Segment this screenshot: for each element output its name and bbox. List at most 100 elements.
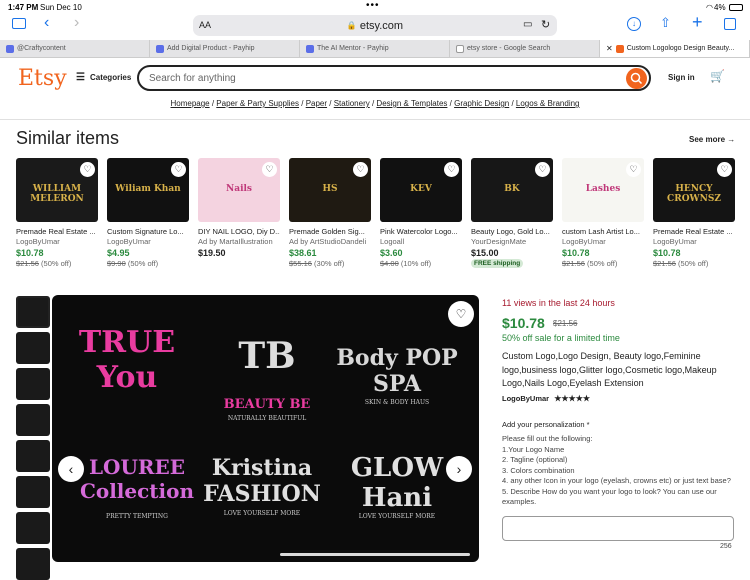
categories-button[interactable]: ☰ Categories xyxy=(76,72,131,83)
similar-item-discount: $9.90 (50% off) xyxy=(107,259,189,268)
thumbnail[interactable] xyxy=(16,368,50,400)
thumbnail[interactable] xyxy=(16,296,50,328)
etsy-logo[interactable]: Etsy xyxy=(18,66,67,91)
breadcrumb-link[interactable]: Homepage xyxy=(170,99,209,108)
similar-item-title[interactable]: Premade Real Estate ... xyxy=(653,227,735,236)
thumbnail[interactable] xyxy=(16,476,50,508)
logo-sample-text: BEAUTY BE xyxy=(223,397,311,412)
similar-item-card[interactable]: KEV ♡ Pink Watercolor Logo... Logoall $3.60 $… xyxy=(380,158,462,268)
thumbnail[interactable] xyxy=(16,512,50,544)
favorite-heart-icon[interactable]: ♡ xyxy=(171,162,186,177)
similar-item-image[interactable]: Wiliam Khan ♡ xyxy=(107,158,189,222)
reader-icon[interactable]: ▭ xyxy=(523,19,532,30)
similar-item-title[interactable]: Premade Golden Sig... xyxy=(289,227,371,236)
status-bar: 1:47 PM Sun Dec 10 ••• ◠ 4% xyxy=(0,0,750,14)
thumbnail[interactable] xyxy=(16,548,50,580)
battery-percent: 4% xyxy=(714,3,726,12)
similar-item-card[interactable]: HENCY CROWNSZ ♡ Premade Real Estate ... Log… xyxy=(653,158,735,268)
similar-item-image[interactable]: Lashes ♡ xyxy=(562,158,644,222)
similar-item-image[interactable]: HS ♡ xyxy=(289,158,371,222)
see-more-link[interactable]: See more → xyxy=(689,135,735,144)
tab-item[interactable]: Add Digital Product - Payhip xyxy=(150,40,300,57)
favorite-heart-icon[interactable]: ♡ xyxy=(535,162,550,177)
favicon-icon xyxy=(6,44,14,53)
google-icon xyxy=(456,44,464,53)
breadcrumb: Homepage / Paper & Party Supplies / Pape… xyxy=(170,99,580,108)
favorite-heart-icon[interactable]: ♡ xyxy=(448,301,474,327)
sidebar-toggle-icon[interactable] xyxy=(12,18,26,29)
download-icon[interactable]: ↓ xyxy=(627,17,641,31)
similar-item-orig-price: $21.56 xyxy=(562,259,585,268)
similar-item-image[interactable]: HENCY CROWNSZ ♡ xyxy=(653,158,735,222)
favorite-heart-icon[interactable]: ♡ xyxy=(626,162,641,177)
multitask-dots-icon[interactable]: ••• xyxy=(366,0,380,11)
logo-sample-text: LOVE YOURSELF MORE xyxy=(358,513,436,520)
tab-overview-icon[interactable] xyxy=(724,18,736,30)
search-button[interactable] xyxy=(626,68,647,89)
next-image-button[interactable]: › xyxy=(446,456,472,482)
reload-icon[interactable]: ↻ xyxy=(541,18,550,31)
thumbnail[interactable] xyxy=(16,404,50,436)
similar-item-seller: Ad by MartaIllustration xyxy=(198,237,273,246)
breadcrumb-link[interactable]: Logos & Branding xyxy=(516,99,580,108)
share-icon[interactable]: ⇧ xyxy=(660,15,671,31)
similar-item-title[interactable]: Custom Signature Lo... xyxy=(107,227,189,236)
favicon-icon xyxy=(306,44,314,53)
seller-row[interactable]: LogoByUmar ★★★★★ xyxy=(502,394,590,403)
url-text: etsy.com xyxy=(359,19,404,32)
close-tab-icon[interactable]: ✕ xyxy=(606,44,613,53)
similar-item-image[interactable]: KEV ♡ xyxy=(380,158,462,222)
similar-item-image[interactable]: BK ♡ xyxy=(471,158,553,222)
similar-item-card[interactable]: BK ♡ Beauty Logo, Gold Lo... YourDesignMate… xyxy=(471,158,553,268)
tab-strip: @Craftycontent Add Digital Product - Pay… xyxy=(0,40,750,58)
tab-item[interactable]: @Craftycontent xyxy=(0,40,150,57)
thumbnail[interactable] xyxy=(16,332,50,364)
breadcrumb-link[interactable]: Paper & Party Supplies xyxy=(216,99,299,108)
similar-item-title[interactable]: Beauty Logo, Gold Lo... xyxy=(471,227,553,236)
logo-sample-text: GLOW Hani xyxy=(350,453,444,513)
similar-item-card[interactable]: HS ♡ Premade Golden Sig... Ad by ArtStudioD… xyxy=(289,158,371,268)
prev-image-button[interactable]: ‹ xyxy=(58,456,84,482)
favorite-heart-icon[interactable]: ♡ xyxy=(717,162,732,177)
listing-image[interactable]: TRUE You TB BEAUTY BE NATURALLY BEAUTIFU… xyxy=(52,295,479,562)
similar-item-image[interactable]: WILLIAM MELERON ♡ xyxy=(16,158,98,222)
personalization-field[interactable] xyxy=(502,516,734,541)
original-price: $21.56 xyxy=(553,319,578,328)
similar-item-title[interactable]: Premade Real Estate ... xyxy=(16,227,98,236)
search-input[interactable]: Search for anything xyxy=(137,65,651,91)
similar-item-image-text: HENCY CROWNSZ xyxy=(667,184,721,204)
sign-in-link[interactable]: Sign in xyxy=(668,73,695,82)
status-date: Sun Dec 10 xyxy=(40,3,82,12)
seller-name[interactable]: LogoByUmar xyxy=(502,394,549,403)
similar-item-off: (50% off) xyxy=(41,259,72,268)
similar-item-seller: Logoall xyxy=(380,237,405,246)
cart-icon[interactable]: 🛒 xyxy=(710,69,725,83)
similar-item-title[interactable]: DIY NAIL LOGO, Diy D... xyxy=(198,227,280,236)
back-icon[interactable]: ‹ xyxy=(44,14,49,32)
breadcrumb-link[interactable]: Paper xyxy=(306,99,327,108)
favicon-icon xyxy=(156,44,164,53)
favorite-heart-icon[interactable]: ♡ xyxy=(80,162,95,177)
thumbnail[interactable] xyxy=(16,440,50,472)
similar-item-card[interactable]: Lashes ♡ custom Lash Artist Lo... LogoByUma… xyxy=(562,158,644,268)
favorite-heart-icon[interactable]: ♡ xyxy=(353,162,368,177)
tab-item[interactable]: etsy store - Google Search xyxy=(450,40,600,57)
similar-item-card[interactable]: Wiliam Khan ♡ Custom Signature Lo... LogoBy… xyxy=(107,158,189,268)
favorite-heart-icon[interactable]: ♡ xyxy=(444,162,459,177)
tab-item[interactable]: The AI Mentor - Payhip xyxy=(300,40,450,57)
breadcrumb-link[interactable]: Graphic Design xyxy=(454,99,509,108)
address-bar[interactable]: AA 🔒 etsy.com ▭ ↻ xyxy=(193,15,557,36)
breadcrumb-link[interactable]: Design & Templates xyxy=(376,99,447,108)
text-size-button[interactable]: AA xyxy=(199,20,211,30)
similar-item-title[interactable]: custom Lash Artist Lo... xyxy=(562,227,644,236)
similar-item-orig-price: $4.00 xyxy=(380,259,399,268)
favorite-heart-icon[interactable]: ♡ xyxy=(262,162,277,177)
similar-item-image[interactable]: Nails ♡ xyxy=(198,158,280,222)
forward-icon[interactable]: › xyxy=(74,14,79,32)
tab-item-active[interactable]: ✕ Custom Logologo Design Beauty... xyxy=(600,40,750,57)
similar-item-card[interactable]: Nails ♡ DIY NAIL LOGO, Diy D... Ad by Marta… xyxy=(198,158,280,258)
new-tab-icon[interactable]: + xyxy=(692,12,703,33)
breadcrumb-link[interactable]: Stationery xyxy=(334,99,370,108)
similar-item-title[interactable]: Pink Watercolor Logo... xyxy=(380,227,462,236)
similar-item-card[interactable]: WILLIAM MELERON ♡ Premade Real Estate ... L… xyxy=(16,158,98,268)
